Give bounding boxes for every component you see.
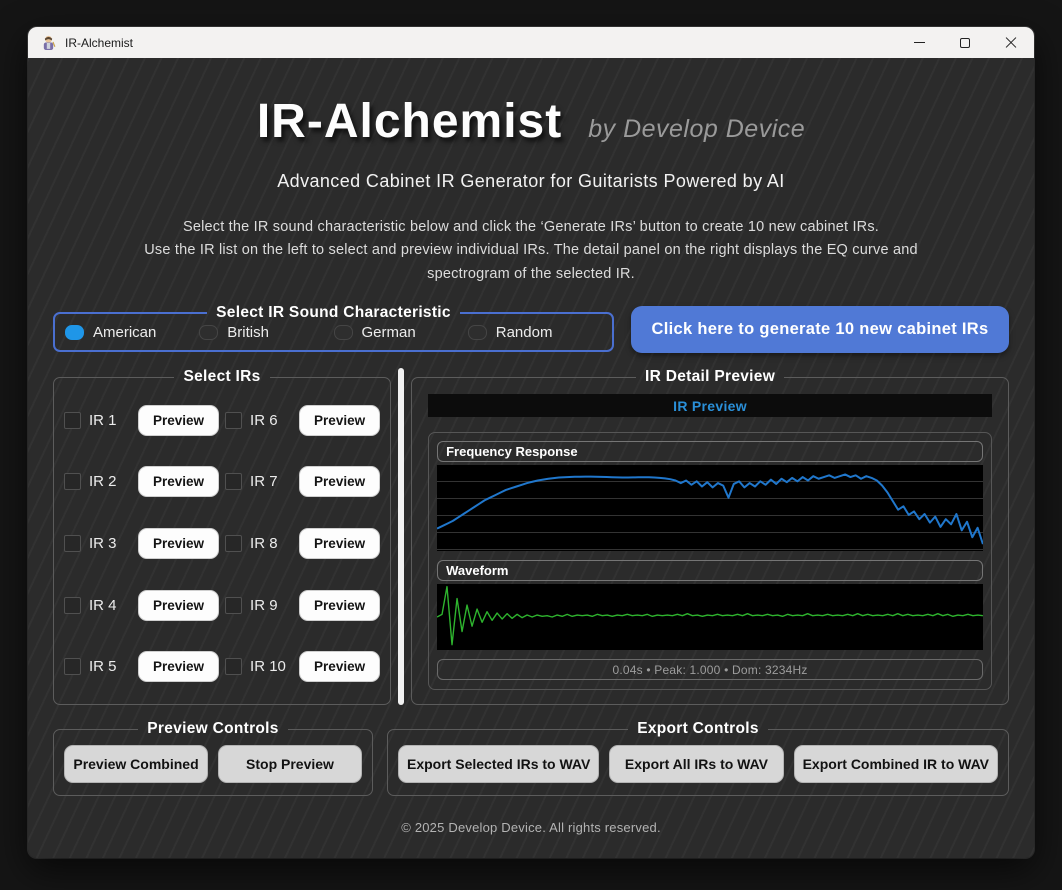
ir-5-label: IR 5 — [89, 658, 117, 676]
ir-5-checkbox[interactable] — [64, 658, 81, 676]
ir-detail-legend: IR Detail Preview — [645, 368, 776, 386]
ir-row-1: IR 1 Preview — [64, 404, 220, 436]
radio-random-indicator[interactable] — [467, 325, 487, 341]
description-line-2: Use the IR list on the left to select an… — [144, 242, 918, 259]
select-irs-legend: Select IRs — [183, 368, 261, 386]
ir-6-checkbox[interactable] — [225, 411, 243, 429]
export-controls-panel: Export Controls Export Selected IRs to W… — [387, 720, 1009, 797]
ir-row-6: IR 6 Preview — [225, 404, 381, 436]
ir-7-preview-button[interactable]: Preview — [299, 466, 381, 498]
ir-6-label: IR 6 — [250, 411, 278, 429]
stop-preview-button[interactable]: Stop Preview — [218, 745, 362, 784]
description-line-1: Select the IR sound characteristic below… — [182, 219, 880, 235]
frequency-response-chart — [437, 465, 983, 552]
ir-2-preview-button[interactable]: Preview — [138, 466, 220, 498]
ir-8-checkbox[interactable] — [225, 534, 243, 552]
ir-9-label: IR 9 — [250, 596, 278, 614]
ir-5-preview-button[interactable]: Preview — [138, 651, 220, 683]
characteristic-group: Select IR Sound Characteristic American … — [53, 304, 614, 353]
description: Select the IR sound characteristic below… — [53, 216, 1009, 286]
ir-2-label: IR 2 — [89, 473, 117, 491]
minimize-button[interactable] — [896, 27, 942, 58]
radio-british-indicator[interactable] — [199, 325, 219, 341]
ir-3-checkbox[interactable] — [64, 534, 81, 552]
ir-row-5: IR 5 Preview — [64, 651, 220, 683]
waveform-chart — [437, 584, 983, 651]
radio-german-indicator[interactable] — [333, 325, 353, 341]
maximize-button[interactable] — [942, 27, 988, 58]
ir-row-2: IR 2 Preview — [64, 466, 220, 498]
ir-7-label: IR 7 — [250, 473, 278, 491]
ir-10-preview-button[interactable]: Preview — [299, 651, 381, 683]
radio-american-label: American — [93, 324, 157, 342]
radio-german-label: German — [361, 324, 416, 342]
ir-9-preview-button[interactable]: Preview — [299, 589, 381, 621]
select-irs-panel: Select IRs IR 1 Preview IR 6 Preview IR … — [53, 368, 392, 706]
ir-8-label: IR 8 — [250, 534, 278, 552]
close-icon — [1005, 37, 1017, 49]
ir-status-bar: 0.04s • Peak: 1.000 • Dom: 3234Hz — [437, 659, 983, 681]
ir-row-9: IR 9 Preview — [225, 589, 381, 621]
radio-british[interactable]: British — [199, 324, 333, 341]
frequency-response-label: Frequency Response — [437, 441, 983, 463]
app-content: IR-Alchemist by Develop Device Advanced … — [28, 58, 1034, 858]
ir-detail-panel: IR Detail Preview IR Preview Frequency R… — [411, 368, 1009, 706]
maximize-icon — [960, 37, 970, 48]
ir-1-checkbox[interactable] — [64, 411, 81, 429]
characteristic-legend: Select IR Sound Characteristic — [216, 304, 451, 322]
titlebar: IR-Alchemist — [28, 27, 1034, 58]
waveform-label: Waveform — [437, 560, 983, 582]
radio-american[interactable]: American — [65, 324, 199, 341]
radio-british-label: British — [227, 324, 269, 342]
ir-preview-banner: IR Preview — [428, 394, 992, 418]
ir-row-10: IR 10 Preview — [225, 651, 381, 683]
ir-row-4: IR 4 Preview — [64, 589, 220, 621]
preview-controls-legend: Preview Controls — [147, 720, 279, 738]
ir-row-8: IR 8 Preview — [225, 527, 381, 559]
footer-copyright: © 2025 Develop Device. All rights reserv… — [401, 820, 661, 836]
ir-row-7: IR 7 Preview — [225, 466, 381, 498]
minimize-icon — [913, 42, 925, 43]
radio-random-label: Random — [495, 324, 553, 342]
ir-6-preview-button[interactable]: Preview — [299, 404, 381, 436]
ir-8-preview-button[interactable]: Preview — [299, 527, 381, 559]
header: IR-Alchemist by Develop Device Advanced … — [53, 94, 1009, 286]
ir-7-checkbox[interactable] — [225, 473, 243, 491]
ir-1-preview-button[interactable]: Preview — [138, 404, 220, 436]
description-line-3: spectrogram of the selected IR. — [427, 265, 635, 282]
ir-1-label: IR 1 — [89, 411, 117, 429]
ir-9-checkbox[interactable] — [225, 596, 243, 614]
radio-random[interactable]: Random — [467, 324, 602, 342]
export-combined-button[interactable]: Export Combined IR to WAV — [793, 745, 998, 784]
preview-combined-button[interactable]: Preview Combined — [64, 745, 208, 784]
panel-divider — [398, 368, 405, 706]
subtitle: Advanced Cabinet IR Generator for Guitar… — [277, 171, 785, 191]
byline: by Develop Device — [588, 115, 806, 143]
export-controls-legend: Export Controls — [637, 720, 759, 738]
ir-4-preview-button[interactable]: Preview — [138, 589, 220, 621]
page-title: IR-Alchemist — [256, 95, 563, 148]
window-title: IR-Alchemist — [65, 35, 134, 50]
export-all-button[interactable]: Export All IRs to WAV — [609, 745, 784, 784]
ir-2-checkbox[interactable] — [64, 473, 81, 491]
ir-10-label: IR 10 — [250, 658, 286, 676]
ir-3-label: IR 3 — [89, 534, 117, 552]
ir-4-label: IR 4 — [89, 596, 117, 614]
app-icon — [43, 35, 56, 50]
export-selected-button[interactable]: Export Selected IRs to WAV — [398, 745, 600, 784]
ir-row-3: IR 3 Preview — [64, 527, 220, 559]
ir-10-checkbox[interactable] — [225, 658, 243, 676]
radio-german[interactable]: German — [333, 324, 468, 342]
ir-preview-banner-text: IR Preview — [673, 397, 747, 414]
preview-controls-panel: Preview Controls Preview Combined Stop P… — [53, 720, 373, 797]
ir-3-preview-button[interactable]: Preview — [138, 527, 220, 559]
radio-american-indicator[interactable] — [65, 325, 84, 341]
generate-irs-button[interactable]: Click here to generate 10 new cabinet IR… — [631, 306, 1009, 354]
close-button[interactable] — [988, 27, 1034, 58]
chart-group: Frequency Response Waveform 0.04s • Peak… — [428, 432, 992, 691]
app-window: IR-Alchemist IR-Alchemist by Develop Dev… — [28, 27, 1034, 858]
ir-4-checkbox[interactable] — [64, 596, 81, 614]
